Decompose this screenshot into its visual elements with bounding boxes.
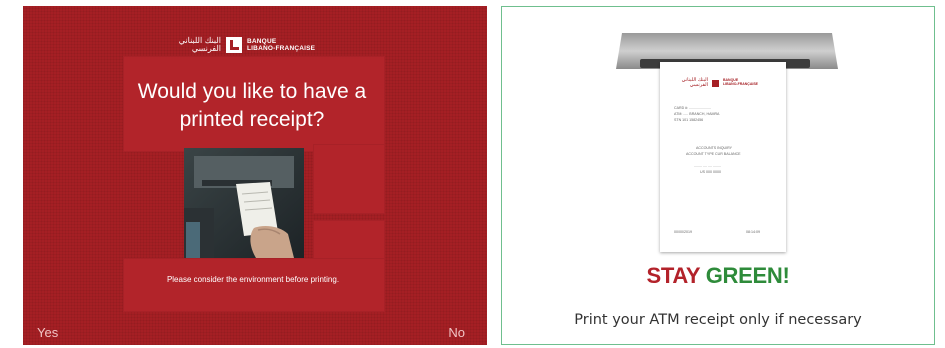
bank-logo-arabic: البنك اللبناني الفرنسي: [178, 36, 221, 53]
receipt-logo-text: BANQUE LIBANO-FRANÇAISE: [723, 78, 758, 87]
bank-logo-line1: BANQUE: [247, 37, 277, 45]
decorative-panel-right-1: [313, 144, 385, 214]
headline-stay: STAY: [646, 263, 700, 288]
decorative-panel-right-2: [313, 220, 385, 260]
receipt-line: ACCOUNTS INQUIRY: [696, 146, 733, 150]
atm-screen: البنك اللبناني الفرنسي BANQUE LIBANO-FRA…: [23, 6, 487, 345]
bank-logo: البنك اللبناني الفرنسي BANQUE LIBANO-FRA…: [171, 36, 315, 54]
no-button[interactable]: No: [448, 325, 465, 340]
receipt-line: US 000 0000: [700, 170, 721, 174]
receipt-illustration: البنك اللبناني الفرنسي BANQUE LIBANO-FRA…: [660, 62, 786, 252]
receipt-logo-icon: [712, 79, 719, 87]
atm-receipt-photo: [184, 148, 304, 258]
receipt-logo-arabic: البنك اللبناني الفرنسي: [681, 77, 708, 88]
receipt-line: ACCOUNT TYPE CUR BALANCE: [686, 152, 741, 156]
bank-logo-line2: LIBANO-FRANÇAISE: [247, 45, 316, 52]
bank-logo-icon: [226, 37, 242, 53]
receipt-logo: البنك اللبناني الفرنسي BANQUE LIBANO-FRA…: [674, 78, 758, 88]
bank-logo-text: BANQUE LIBANO-FRANÇAISE: [247, 38, 315, 53]
receipt-line: ........ .... .... ........: [694, 164, 721, 168]
print-message: Print your ATM receipt only if necessary: [574, 312, 862, 328]
receipt-line: CARD #: ......................: [674, 106, 712, 110]
receipt-line: 00/00/2019: [674, 230, 692, 234]
stay-green-poster: البنك اللبناني الفرنسي BANQUE LIBANO-FRA…: [501, 6, 935, 345]
receipt-line: STN 101 1582456: [674, 118, 704, 122]
yes-button[interactable]: Yes: [37, 325, 58, 340]
receipt-logo-line2: LIBANO-FRANÇAISE: [723, 82, 758, 86]
receipt-question: Would you like to have a printed receipt…: [137, 80, 367, 131]
headline-green: GREEN!: [705, 263, 790, 288]
receipt-line: 08:14:09: [746, 230, 760, 234]
environment-note: Please consider the environment before p…: [166, 275, 340, 284]
receipt-line: ATM: ..... BRANCH, HAMRA: [674, 112, 720, 116]
stay-green-headline: STAY GREEN!: [502, 263, 934, 289]
